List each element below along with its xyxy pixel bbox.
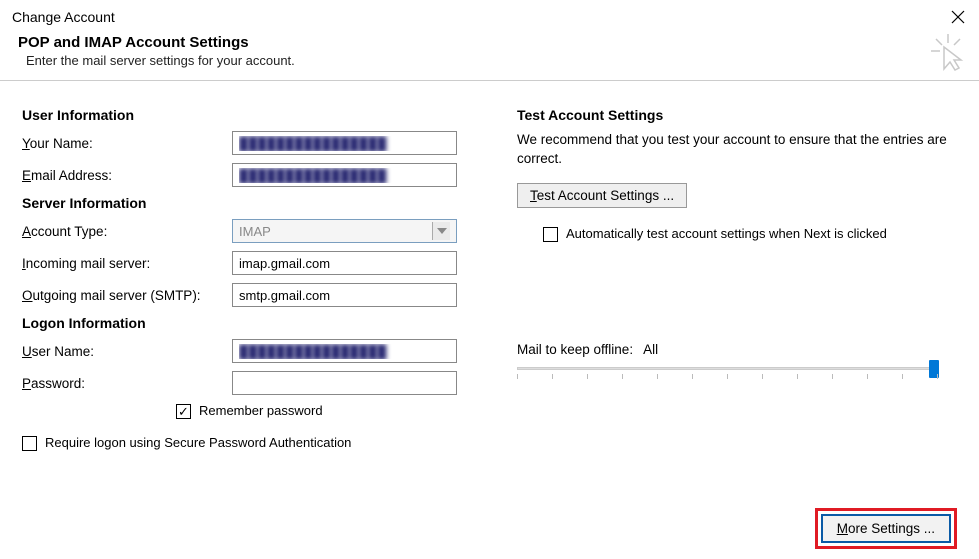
page-subtitle: Enter the mail server settings for your … bbox=[26, 53, 961, 68]
incoming-server-input[interactable] bbox=[232, 251, 457, 275]
window-title: Change Account bbox=[12, 9, 115, 25]
your-name-label: Your Name: bbox=[22, 136, 232, 151]
chevron-down-icon bbox=[432, 222, 450, 240]
cursor-decoration-icon bbox=[931, 34, 965, 77]
email-label: Email Address: bbox=[22, 168, 232, 183]
password-input[interactable] bbox=[232, 371, 457, 395]
mail-offline-slider[interactable] bbox=[517, 365, 937, 389]
mail-offline-value: All bbox=[643, 342, 658, 357]
remember-password-label: Remember password bbox=[199, 403, 323, 418]
outgoing-server-label: Outgoing mail server (SMTP): bbox=[22, 288, 232, 303]
user-info-heading: User Information bbox=[22, 107, 477, 123]
test-account-button[interactable]: Test Account Settings ... bbox=[517, 183, 687, 208]
spa-checkbox[interactable] bbox=[22, 436, 37, 451]
user-name-input[interactable] bbox=[232, 339, 457, 363]
test-settings-heading: Test Account Settings bbox=[517, 107, 957, 123]
close-button[interactable] bbox=[949, 8, 967, 26]
server-info-heading: Server Information bbox=[22, 195, 477, 211]
incoming-server-label: Incoming mail server: bbox=[22, 256, 232, 271]
auto-test-checkbox[interactable] bbox=[543, 227, 558, 242]
outgoing-server-input[interactable] bbox=[232, 283, 457, 307]
your-name-input[interactable] bbox=[232, 131, 457, 155]
logon-info-heading: Logon Information bbox=[22, 315, 477, 331]
close-icon bbox=[951, 10, 965, 24]
password-label: Password: bbox=[22, 376, 232, 391]
spa-label: Require logon using Secure Password Auth… bbox=[45, 435, 351, 450]
remember-password-checkbox[interactable] bbox=[176, 404, 191, 419]
more-settings-highlight: More Settings ... bbox=[815, 508, 957, 549]
account-type-select: IMAP bbox=[232, 219, 457, 243]
test-settings-desc: We recommend that you test your account … bbox=[517, 131, 957, 169]
account-type-value: IMAP bbox=[239, 224, 271, 239]
more-settings-button[interactable]: More Settings ... bbox=[821, 514, 951, 543]
account-type-label: Account Type: bbox=[22, 224, 232, 239]
user-name-label: User Name: bbox=[22, 344, 232, 359]
mail-offline-label: Mail to keep offline:All bbox=[517, 342, 957, 357]
email-input[interactable] bbox=[232, 163, 457, 187]
auto-test-label: Automatically test account settings when… bbox=[566, 226, 887, 241]
page-title: POP and IMAP Account Settings bbox=[18, 34, 961, 51]
